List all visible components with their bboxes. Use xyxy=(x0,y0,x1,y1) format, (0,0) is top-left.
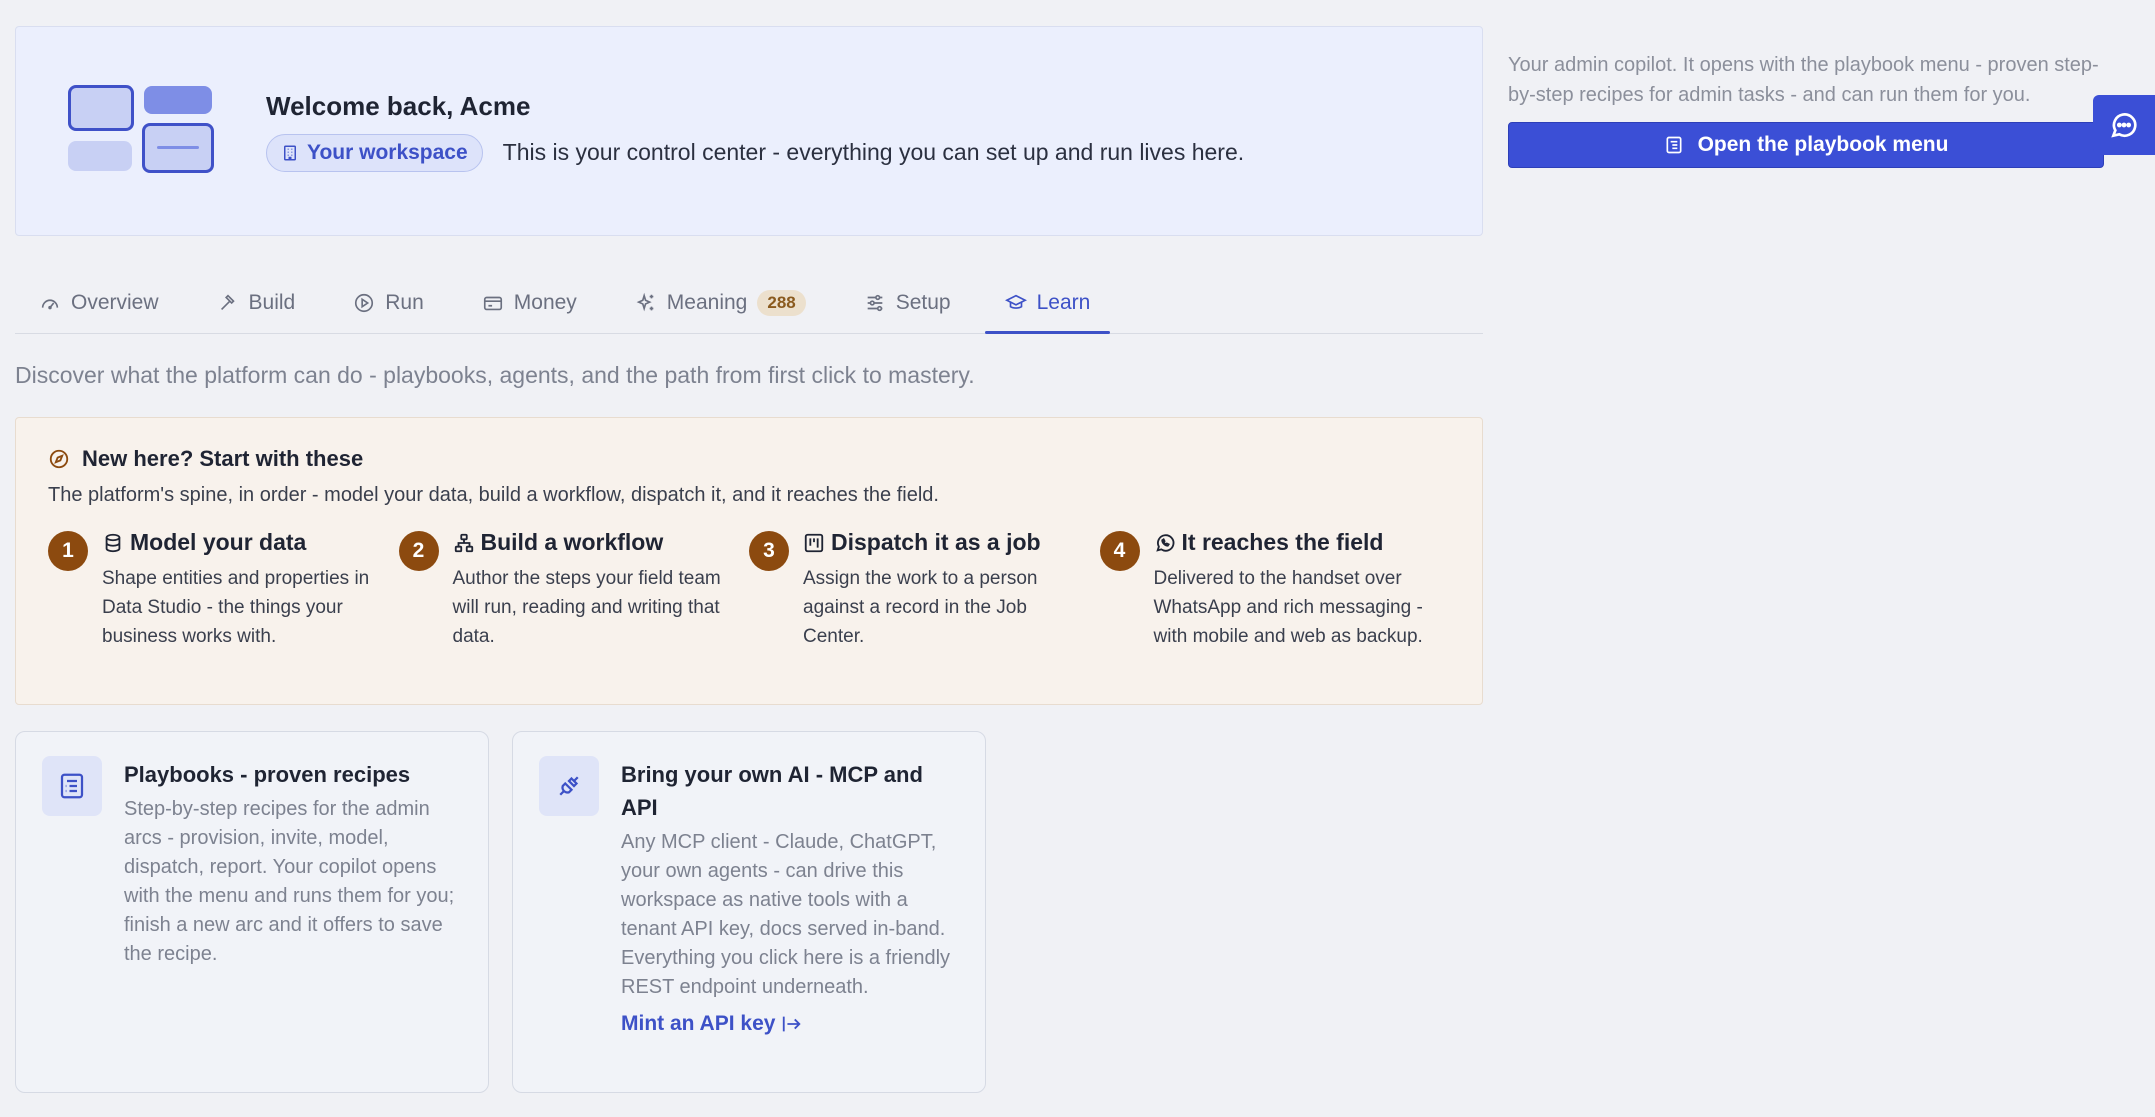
learn-subtitle: Discover what the platform can do - play… xyxy=(15,362,975,388)
getting-started-description: The platform's spine, in order - model y… xyxy=(48,484,939,506)
hero-description: This is your control center - everything… xyxy=(502,139,1245,165)
step-build-workflow[interactable]: 2 Build a workflow Author the steps your… xyxy=(398,529,750,651)
page-title: Welcome back, Acme xyxy=(266,90,531,121)
welcome-hero: Welcome back, Acme Your workspace This i… xyxy=(15,26,1483,236)
copilot-panel: Your admin copilot. It opens with the pl… xyxy=(1508,50,2104,168)
playbooks-card[interactable]: Playbooks - proven recipes Step-by-step … xyxy=(15,731,489,1093)
tab-label: Meaning xyxy=(666,290,748,314)
section-tabs: Overview Build Run Money Meaning 288 Set… xyxy=(15,272,1483,334)
database-icon xyxy=(105,533,121,552)
step-number: 1 xyxy=(48,531,88,571)
workspace-chip[interactable]: Your workspace xyxy=(266,133,483,172)
playbook-icon xyxy=(1666,136,1682,154)
card-title: Playbooks - proven recipes xyxy=(124,762,411,787)
tab-label: Build xyxy=(248,290,296,314)
step-reaches-field[interactable]: 4 It reaches the field Delivered to the … xyxy=(1099,529,1451,651)
tab-setup[interactable]: Setup xyxy=(860,272,955,333)
tab-label: Learn xyxy=(1036,290,1091,314)
workspace-illustration xyxy=(68,85,216,177)
tab-learn[interactable]: Learn xyxy=(984,272,1111,334)
play-circle-icon xyxy=(355,293,374,312)
playbook-icon xyxy=(60,773,84,799)
step-title: It reaches the field xyxy=(1181,529,1384,555)
tab-money[interactable]: Money xyxy=(478,272,581,333)
credit-card-icon xyxy=(483,296,502,310)
sparkles-icon xyxy=(636,292,654,311)
workspace-chip-label: Your workspace xyxy=(307,140,468,164)
tab-label: Overview xyxy=(71,290,159,314)
workflow-icon xyxy=(454,533,473,552)
card-description: Any MCP client - Claude, ChatGPT, your o… xyxy=(621,831,951,998)
getting-started-title: New here? Start with these xyxy=(82,446,364,471)
tab-run[interactable]: Run xyxy=(349,272,428,333)
count-badge: 288 xyxy=(757,289,806,316)
step-title: Model your data xyxy=(130,529,307,555)
step-model-data[interactable]: 1 Model your data Shape entities and pro… xyxy=(48,529,399,651)
step-title: Build a workflow xyxy=(480,529,664,555)
chat-bubble-icon xyxy=(2111,113,2137,138)
step-title: Dispatch it as a job xyxy=(831,529,1041,555)
step-number: 4 xyxy=(1099,531,1140,571)
mint-api-key-link[interactable]: Mint an API key xyxy=(621,1012,803,1036)
card-description: Step-by-step recipes for the admin arcs … xyxy=(124,798,455,965)
mcp-api-card[interactable]: Bring your own AI - MCP and API Any MCP … xyxy=(512,731,986,1093)
whatsapp-icon xyxy=(1155,533,1174,552)
graduation-cap-icon xyxy=(1004,294,1027,309)
button-label: Open the playbook menu xyxy=(1697,133,1949,156)
arrow-right-icon xyxy=(783,1016,802,1032)
step-number: 2 xyxy=(398,531,439,571)
hammer-icon xyxy=(220,293,235,310)
link-label: Mint an API key xyxy=(621,1012,776,1035)
step-number: 3 xyxy=(749,531,789,571)
gauge-icon xyxy=(41,298,59,309)
open-playbook-menu-button[interactable]: Open the playbook menu xyxy=(1508,122,2104,168)
tab-label: Run xyxy=(385,290,424,314)
compass-icon xyxy=(49,449,69,469)
plug-icon xyxy=(559,776,579,796)
tab-label: Money xyxy=(513,290,577,314)
step-description: Author the steps your field team will ru… xyxy=(452,568,721,647)
tab-meaning[interactable]: Meaning 288 xyxy=(631,272,810,333)
tab-build[interactable]: Build xyxy=(213,272,300,333)
step-description: Assign the work to a person against a re… xyxy=(803,568,1038,647)
building-icon xyxy=(284,145,296,160)
card-icon-wrap xyxy=(539,756,599,816)
getting-started-panel: New here? Start with these The platform'… xyxy=(15,417,1483,705)
step-dispatch-job[interactable]: 3 Dispatch it as a job Assign the work t… xyxy=(749,529,1100,651)
tab-label: Setup xyxy=(895,290,951,314)
chat-toggle-button[interactable] xyxy=(2093,95,2155,155)
kanban-icon xyxy=(804,533,824,552)
sliders-icon xyxy=(867,294,883,311)
main-content: Welcome back, Acme Your workspace This i… xyxy=(15,26,1483,1093)
card-icon-wrap xyxy=(42,756,102,816)
card-title: Bring your own AI - MCP and API xyxy=(621,762,923,820)
copilot-description: Your admin copilot. It opens with the pl… xyxy=(1508,54,2099,106)
tab-overview[interactable]: Overview xyxy=(35,272,163,333)
step-description: Delivered to the handset over WhatsApp a… xyxy=(1153,568,1423,647)
step-description: Shape entities and properties in Data St… xyxy=(102,568,370,647)
